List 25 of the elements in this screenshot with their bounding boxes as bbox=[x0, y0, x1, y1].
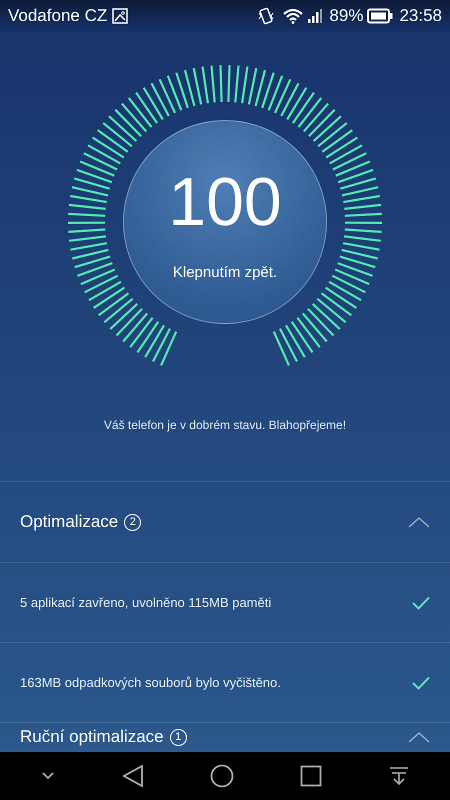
hide-chevron-icon[interactable] bbox=[41, 771, 56, 781]
result-text: 163MB odpadkových souborů bylo vyčištěno. bbox=[20, 674, 282, 692]
battery-icon bbox=[367, 8, 394, 24]
image-icon bbox=[112, 8, 128, 24]
battery-percent: 89% bbox=[329, 5, 364, 28]
section-title: Ruční optimalizace bbox=[20, 726, 164, 748]
wifi-icon bbox=[282, 8, 304, 24]
count-badge: 1 bbox=[170, 728, 187, 746]
count-badge: 2 bbox=[124, 514, 142, 530]
score-caption: Klepnutím zpět. bbox=[172, 262, 278, 283]
vibrate-icon bbox=[258, 7, 274, 25]
status-message: Váš telefon je v dobrém stavu. Blahopřejeme! bbox=[102, 417, 348, 434]
home-icon[interactable] bbox=[210, 764, 234, 788]
carrier-name: Vodafone CZ bbox=[8, 5, 108, 28]
back-icon[interactable] bbox=[122, 764, 144, 788]
section-header[interactable]: Ruční optimalizace 1 bbox=[0, 723, 450, 751]
section-header[interactable]: Optimalizace 2 bbox=[0, 482, 450, 562]
notification-pull-icon[interactable] bbox=[388, 766, 409, 786]
score-circle[interactable]: 100 Klepnutím zpět. bbox=[123, 120, 327, 324]
score-value: 100 bbox=[168, 168, 282, 236]
section-title: Optimalizace bbox=[20, 511, 118, 534]
recent-apps-icon[interactable] bbox=[300, 765, 322, 787]
signal-icon bbox=[307, 8, 324, 24]
clock-time: 23:58 bbox=[399, 5, 442, 28]
result-text: 5 aplikací zavřeno, uvolněno 115MB paměti bbox=[20, 594, 272, 612]
